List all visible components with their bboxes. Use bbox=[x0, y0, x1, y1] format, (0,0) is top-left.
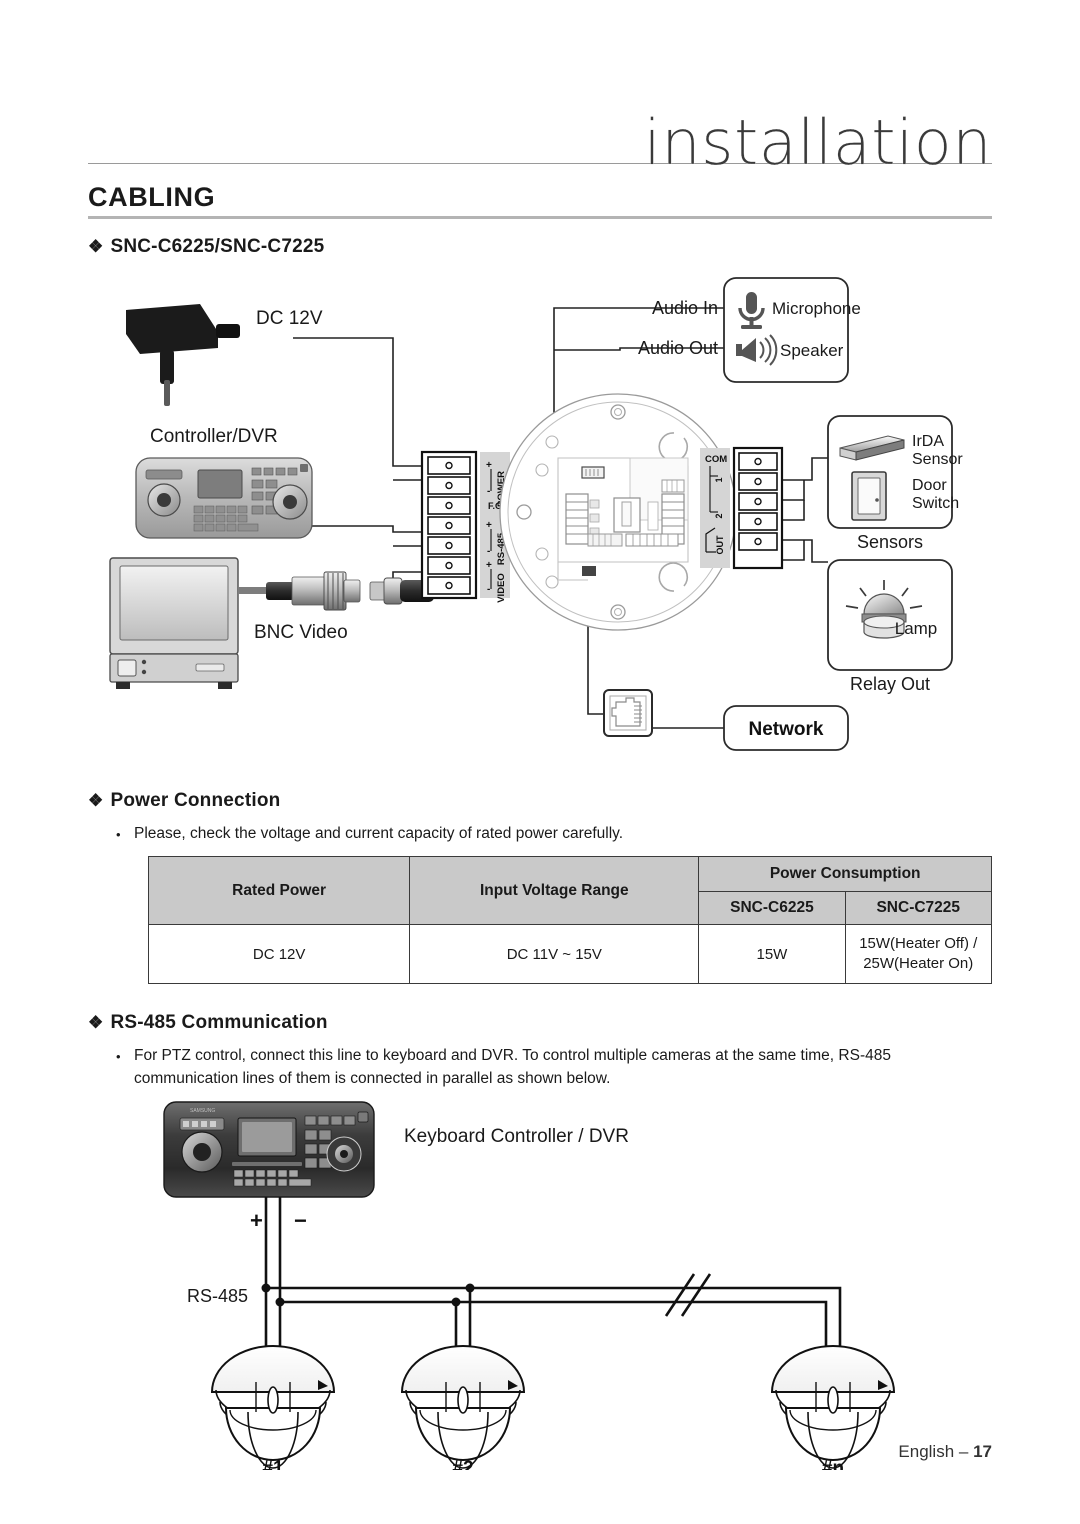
svg-text:2: 2 bbox=[714, 513, 724, 518]
sensors-label: Sensors bbox=[857, 532, 923, 552]
network-label: Network bbox=[749, 719, 824, 740]
camera-label-1: #1 bbox=[262, 1458, 284, 1470]
svg-text:VIDEO: VIDEO bbox=[496, 573, 507, 603]
bnc-video-label: BNC Video bbox=[254, 622, 348, 643]
rs485-note: • For PTZ control, connect this line to … bbox=[116, 1044, 992, 1090]
cabling-diagram: DC 12V Controller/DVR BNC Video + - POWE… bbox=[88, 262, 992, 774]
dome-camera-2: #2 bbox=[400, 1345, 526, 1479]
rs485-heading-label: RS-485 Communication bbox=[110, 1012, 328, 1033]
cell-input-voltage: DC 11V ~ 15V bbox=[409, 924, 700, 984]
footer-language: English – bbox=[898, 1442, 974, 1461]
section-rule bbox=[88, 216, 992, 219]
svg-text:SAMSUNG: SAMSUNG bbox=[190, 1108, 215, 1114]
note-text: Please, check the voltage and current ca… bbox=[134, 825, 624, 842]
power-connection-label: Power Connection bbox=[110, 790, 281, 811]
page-footer: English – 17 bbox=[898, 1442, 992, 1462]
svg-text:-: - bbox=[487, 486, 490, 497]
models-heading: ❖ SNC-C6225/SNC-C7225 bbox=[88, 236, 324, 258]
svg-text:OUT: OUT bbox=[715, 535, 725, 555]
power-adapter-icon bbox=[126, 304, 240, 406]
th-input-voltage: Input Voltage Range bbox=[409, 856, 700, 925]
diamond-bullet-icon: ❖ bbox=[88, 237, 104, 256]
cell-rated-power: DC 12V bbox=[147, 924, 411, 984]
audio-in-label: Audio In bbox=[652, 298, 718, 318]
audio-devices-box: Microphone Speaker bbox=[723, 277, 861, 383]
th-rated-power: Rated Power bbox=[147, 856, 411, 925]
section-title: CABLING bbox=[88, 182, 216, 212]
cell-model-b-line1: 15W(Heater Off) / bbox=[859, 935, 978, 952]
rs485-bus-wires bbox=[264, 1197, 842, 1378]
keyboard-controller-icon: SAMSUNG bbox=[163, 1101, 375, 1198]
rs485-bus-label: RS-485 bbox=[187, 1286, 248, 1306]
dome-camera-n: #n bbox=[770, 1345, 896, 1479]
controller-label: Controller/DVR bbox=[150, 426, 278, 447]
monitor-icon bbox=[109, 557, 272, 689]
dc-12v-label: DC 12V bbox=[256, 308, 323, 329]
rs485-wiring-diagram: SAMSUNG Keyboard Controller / DVR RS-485… bbox=[150, 1090, 910, 1479]
terminal-block-left bbox=[420, 450, 478, 600]
network-box: Network bbox=[723, 705, 849, 751]
diamond-bullet-icon-rs485: ❖ bbox=[88, 1013, 104, 1032]
cell-model-b-value: 15W(Heater Off) / 25W(Heater On) bbox=[844, 924, 992, 984]
svg-text:-: - bbox=[487, 546, 490, 557]
camera-label-2: #2 bbox=[452, 1458, 473, 1470]
speaker-label: Speaker bbox=[780, 341, 844, 360]
power-connection-heading: ❖ Power Connection bbox=[88, 790, 280, 812]
rs485-note-bullet-icon: • bbox=[116, 1049, 121, 1064]
audio-out-label: Audio Out bbox=[638, 338, 718, 358]
diamond-bullet-icon-power: ❖ bbox=[88, 791, 104, 810]
microphone-label: Microphone bbox=[772, 299, 861, 318]
table-row: DC 12V DC 11V ~ 15V 15W 15W(Heater Off) … bbox=[147, 924, 992, 984]
irda-label-1: IrDA bbox=[912, 433, 944, 450]
terminal-legend-right: COM 1 2 OUT bbox=[700, 448, 730, 568]
svg-text:COM: COM bbox=[705, 454, 727, 465]
camera-label-n: #n bbox=[822, 1458, 844, 1470]
cell-model-a-value: 15W bbox=[698, 924, 846, 984]
sign-kb-minus: − bbox=[294, 1208, 307, 1233]
chapter-title: installation bbox=[643, 106, 992, 179]
wire-break-marks bbox=[664, 1273, 712, 1317]
note-bullet-icon: • bbox=[116, 827, 121, 842]
keyboard-controller-label: Keyboard Controller / DVR bbox=[404, 1126, 629, 1147]
svg-text:-: - bbox=[487, 584, 490, 595]
power-specs-table: Rated Power Input Voltage Range Power Co… bbox=[147, 856, 992, 984]
th-power-consumption: Power Consumption bbox=[698, 856, 992, 892]
dome-camera-1: #1 bbox=[210, 1345, 336, 1479]
cell-model-b-line2: 25W(Heater On) bbox=[863, 955, 974, 972]
terminal-block-right bbox=[732, 446, 784, 570]
irda-label-2: Sensor bbox=[912, 451, 963, 468]
page-header: installation bbox=[88, 100, 992, 179]
rs485-note-line-2: communication lines of them is connected… bbox=[134, 1070, 611, 1087]
footer-page-number: 17 bbox=[973, 1442, 992, 1461]
rs485-heading: ❖ RS-485 Communication bbox=[88, 1012, 328, 1034]
th-model-b: SNC-C7225 bbox=[844, 891, 992, 925]
relay-out-label: Relay Out bbox=[850, 674, 930, 694]
rs485-note-line-1: For PTZ control, connect this line to ke… bbox=[134, 1047, 891, 1064]
door-switch-icon bbox=[851, 471, 887, 521]
table-header-row-1: Rated Power Input Voltage Range Power Co… bbox=[147, 856, 992, 925]
rj45-port-icon bbox=[603, 689, 653, 737]
svg-text:1: 1 bbox=[714, 477, 724, 482]
sign-kb-plus: + bbox=[250, 1208, 263, 1233]
relay-out-box: Lamp bbox=[827, 559, 953, 671]
door-label-2: Switch bbox=[912, 495, 959, 512]
sensors-box: IrDA Sensor Door Switch bbox=[827, 415, 963, 529]
controller-dvr-icon bbox=[135, 457, 313, 539]
manual-page: installation CABLING ❖ SNC-C6225/SNC-C722… bbox=[0, 0, 1080, 1524]
lamp-label: Lamp bbox=[895, 619, 938, 638]
models-heading-label: SNC-C6225/SNC-C7225 bbox=[110, 236, 325, 257]
door-label-1: Door bbox=[912, 477, 947, 494]
power-connection-note: • Please, check the voltage and current … bbox=[116, 822, 976, 845]
th-model-a: SNC-C6225 bbox=[698, 891, 846, 925]
